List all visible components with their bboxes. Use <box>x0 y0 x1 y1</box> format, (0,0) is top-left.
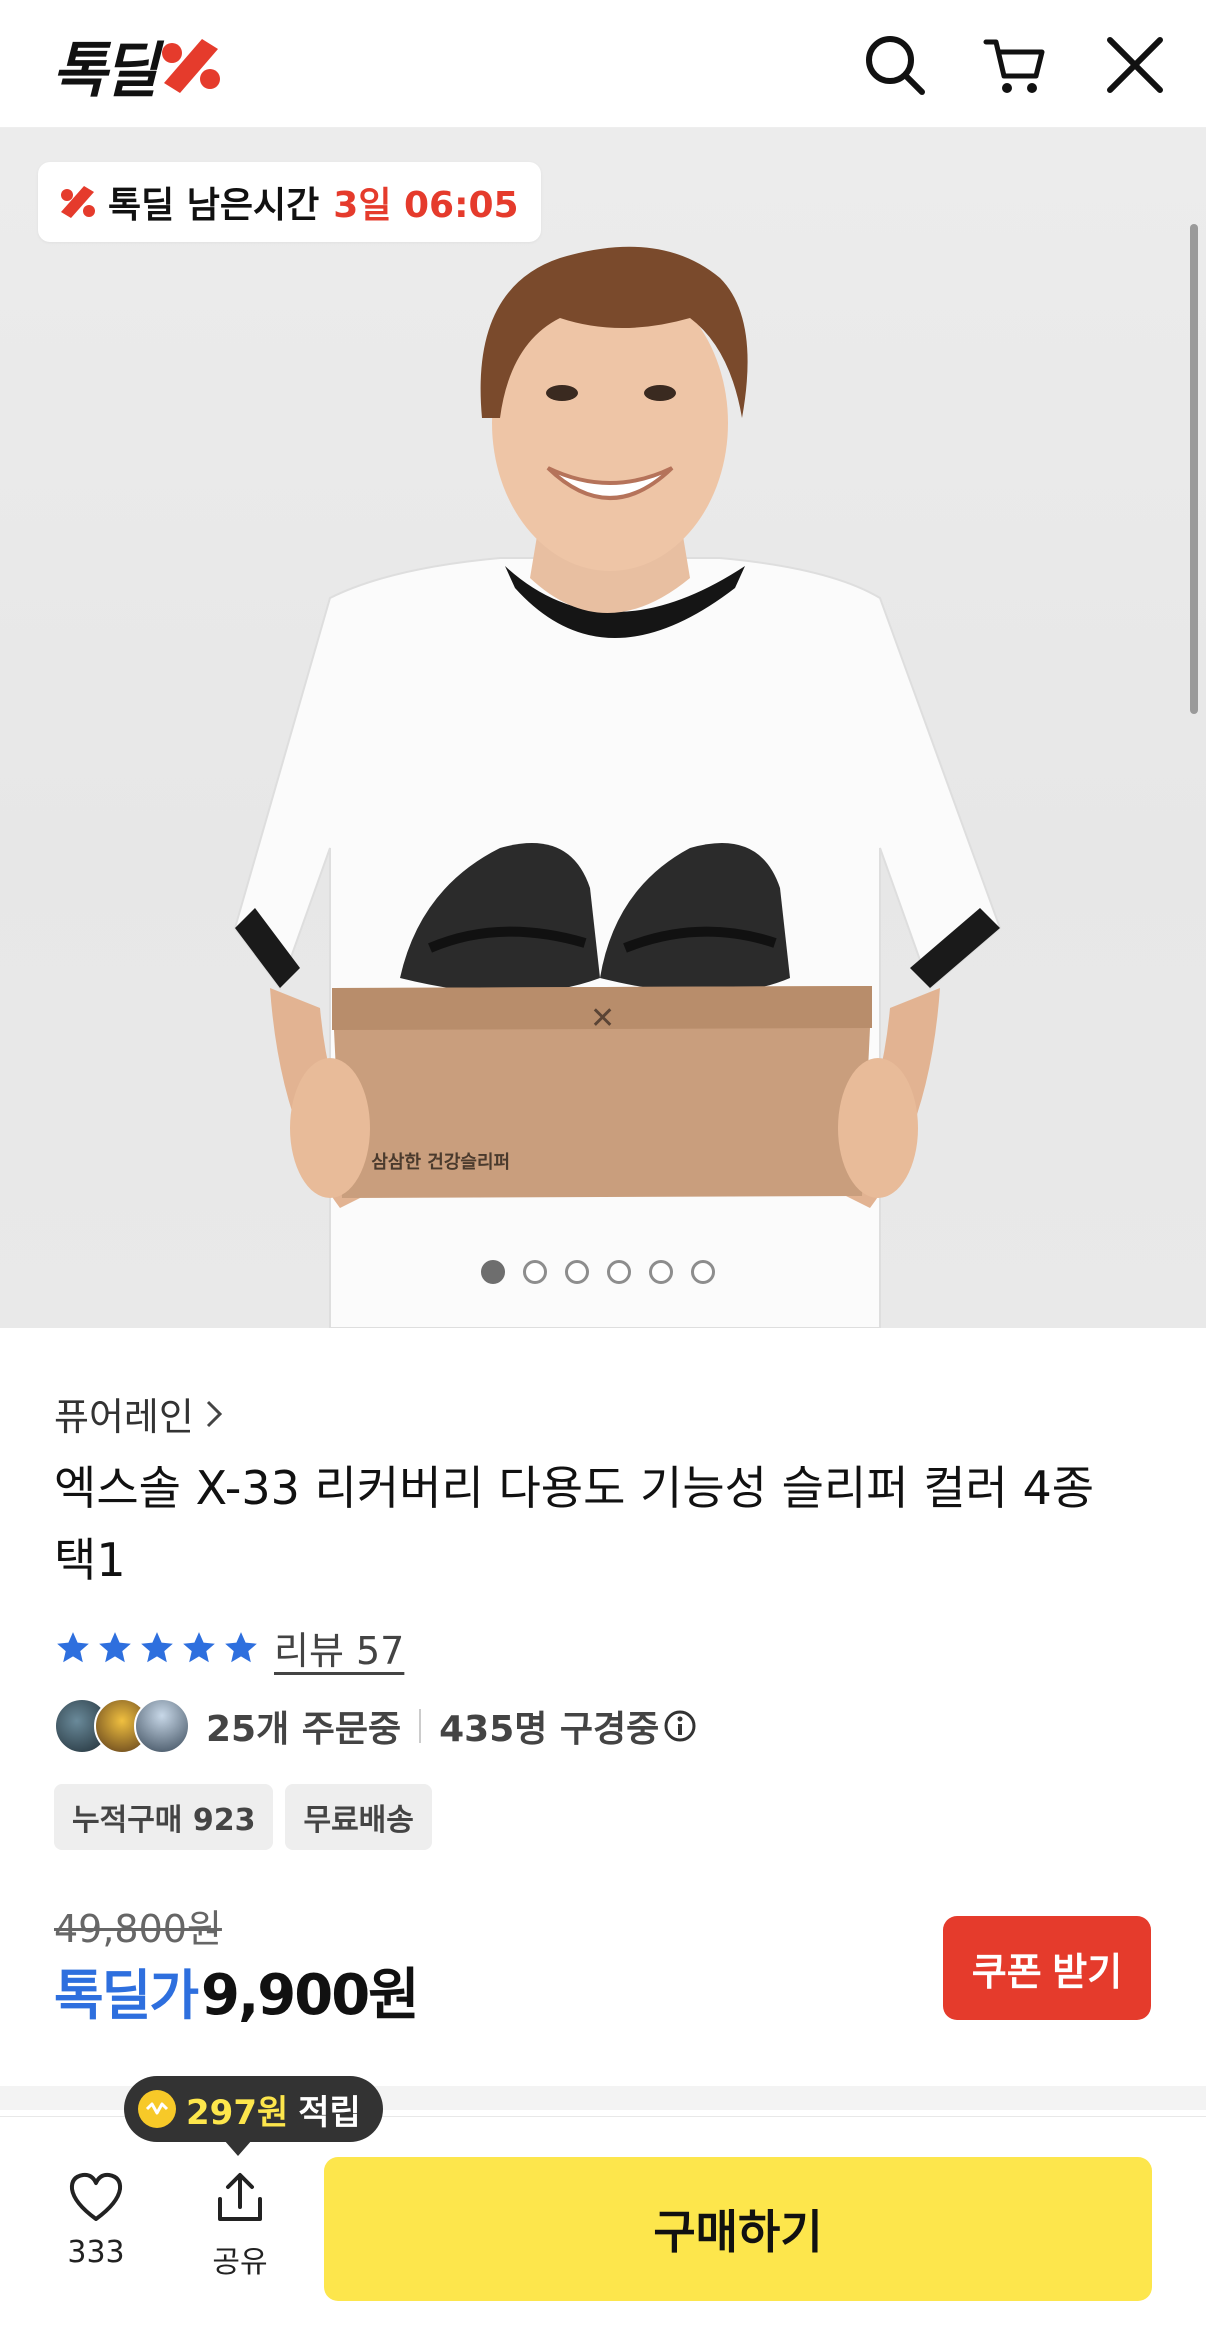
original-price: 49,800원 <box>54 1907 222 1951</box>
heart-icon <box>69 2172 123 2221</box>
rating-stars <box>54 1629 260 1667</box>
product-photo: ✕ ✕ 삼삼한 건강슬리퍼 <box>233 246 1002 1328</box>
header: 톡딜 <box>0 0 1206 128</box>
deal-percent-icon <box>61 186 95 218</box>
logo-percent-icon <box>162 39 221 93</box>
get-coupon-button[interactable]: 쿠폰 받기 <box>943 1916 1151 2020</box>
carousel-dot[interactable] <box>481 1260 505 1284</box>
points-suffix: 적립 <box>298 2092 361 2133</box>
avatar <box>134 1698 190 1754</box>
product-image-carousel[interactable]: ✕ ✕ 삼삼한 건강슬리퍼 톡딜 남은시간 3일 06:05 <box>0 128 1206 1328</box>
cart-icon[interactable] <box>982 32 1048 98</box>
carousel-dots <box>0 1260 1201 1284</box>
logo[interactable]: 톡딜 <box>52 30 224 106</box>
social-proof-row: 25개 주문중 435명 구경중 <box>54 1698 697 1754</box>
buy-button[interactable]: 구매하기 <box>324 2157 1152 2301</box>
star-icon <box>225 1631 257 1662</box>
bottom-action-bar: 333 공유 구매하기 <box>0 2116 1206 2349</box>
star-icon <box>99 1631 131 1662</box>
star-icon <box>57 1631 89 1662</box>
star-icon <box>183 1631 215 1662</box>
share-button[interactable]: 공유 <box>190 2171 290 2281</box>
tag-free-shipping: 무료배송 <box>285 1784 432 1850</box>
page-scrollbar[interactable] <box>1190 224 1198 714</box>
svg-text:✕ 삼삼한 건강슬리퍼: ✕ 삼삼한 건강슬리퍼 <box>350 1152 510 1173</box>
deal-price-row: 톡딜가 9,900원 <box>54 1950 420 2031</box>
deal-timer-badge: 톡딜 남은시간 3일 06:05 <box>38 162 541 242</box>
like-count: 333 <box>67 2235 125 2270</box>
carousel-dot[interactable] <box>523 1260 547 1284</box>
review-link[interactable]: 리뷰 57 <box>274 1620 404 1675</box>
brand-name: 퓨어레인 <box>54 1395 194 1439</box>
divider <box>419 1709 422 1743</box>
coin-icon <box>138 2090 176 2128</box>
share-icon <box>218 2173 262 2221</box>
carousel-dot[interactable] <box>649 1260 673 1284</box>
orders-count: 25개 주문중 <box>206 1709 402 1750</box>
carousel-dot[interactable] <box>607 1260 631 1284</box>
page: 톡딜 ✕ ✕ 삼삼한 건강슬리퍼 톡딜 남은시간 3일 06:05 퓨어레인 엑… <box>0 0 1206 2349</box>
carousel-dot[interactable] <box>565 1260 589 1284</box>
info-icon[interactable] <box>663 1709 697 1743</box>
logo-text: 톡딜 <box>52 35 158 106</box>
svg-text:✕: ✕ <box>590 1001 615 1036</box>
share-label: 공유 <box>212 2245 268 2280</box>
product-title: 엑스솔 X-33 리커버리 다용도 기능성 슬리퍼 컬러 4종 택1 <box>54 1461 1095 1587</box>
social-text: 25개 주문중 435명 구경중 <box>206 1700 697 1752</box>
close-icon[interactable] <box>1102 32 1168 98</box>
deal-price-value: 9,900원 <box>201 1963 420 2028</box>
rating-row: 리뷰 57 <box>54 1620 404 1675</box>
points-amount: 297원 <box>186 2092 289 2133</box>
timer-label: 톡딜 남은시간 <box>108 185 320 226</box>
timer-value: 3일 06:05 <box>333 185 519 226</box>
brand-link[interactable]: 퓨어레인 <box>54 1386 224 1441</box>
like-button[interactable]: 333 <box>46 2171 146 2270</box>
carousel-dot[interactable] <box>691 1260 715 1284</box>
search-icon[interactable] <box>862 32 928 98</box>
viewers-count: 435명 구경중 <box>439 1709 660 1750</box>
star-icon <box>141 1631 173 1662</box>
product-tags: 누적구매 923 무료배송 <box>54 1784 432 1850</box>
buyer-avatars <box>54 1698 190 1754</box>
points-tooltip: 297원 적립 <box>124 2076 383 2156</box>
deal-price-label: 톡딜가 <box>54 1964 199 2027</box>
chevron-right-icon <box>206 1400 222 1427</box>
tag-cumulative-purchases: 누적구매 923 <box>54 1784 274 1850</box>
